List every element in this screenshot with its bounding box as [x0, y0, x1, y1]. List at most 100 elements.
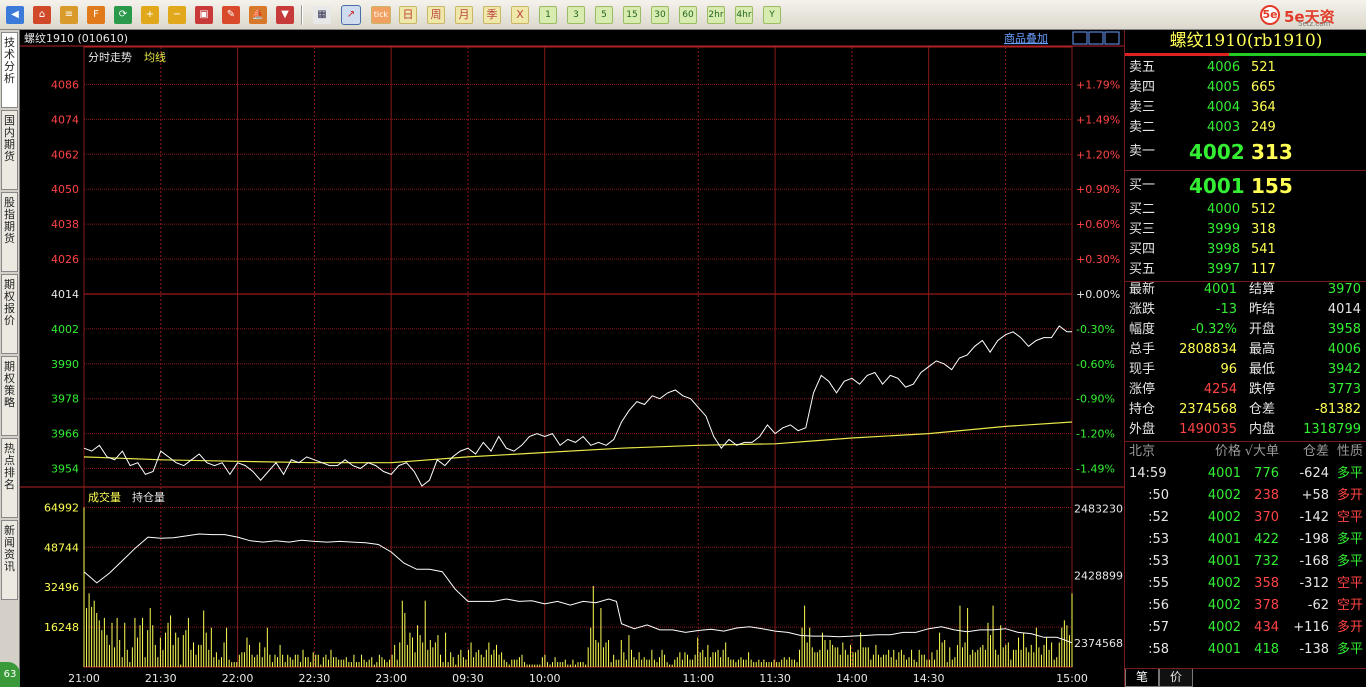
minute-button-0[interactable]: 1 [539, 6, 557, 24]
time-tick-label: 23:00 [375, 672, 407, 685]
pct-tick-label: +1.20% [1076, 148, 1120, 161]
minute-button-2[interactable]: 5 [595, 6, 613, 24]
period-button-3[interactable]: 季 [483, 6, 501, 24]
stat-label: 仓差 [1249, 402, 1276, 417]
refresh-icon: ⟳ [118, 9, 128, 20]
volume-tick-label: 16248 [44, 621, 79, 634]
draw-button[interactable]: ✎ [222, 6, 240, 24]
tick-volume: 370 [1254, 510, 1279, 525]
stat-label: 最新 [1129, 282, 1156, 297]
side-tab-label: 技术分析 [4, 36, 15, 85]
stat-label: 涨跌 [1129, 302, 1156, 317]
table-icon: ▦ [317, 9, 327, 20]
back-arrow-icon: ◀ [11, 9, 19, 20]
tick-volume: 776 [1254, 466, 1279, 481]
pct-tick-label: -0.30% [1076, 323, 1115, 336]
side-tab-5[interactable]: 热点排名 [1, 438, 18, 518]
bid-label: 买一 [1129, 178, 1156, 193]
side-tab-0[interactable]: 技术分析 [1, 32, 18, 108]
bid-label: 买五 [1129, 262, 1156, 277]
side-tab-4[interactable]: 期权策略 [1, 356, 18, 436]
minute-button-8[interactable]: Y [763, 6, 781, 24]
bottom-badge[interactable]: 63 [0, 662, 20, 687]
tick-time: :55 [1148, 576, 1169, 591]
pct-tick-label: +1.49% [1076, 113, 1120, 126]
bid-volume: 541 [1251, 242, 1276, 257]
stat-row: 持仓 2374568 仓差 -81382 [1125, 400, 1366, 420]
minute-button-1[interactable]: 3 [567, 6, 585, 24]
tick-nature: 空开 [1336, 598, 1363, 613]
price-tick-label: 3966 [51, 428, 79, 441]
price-tick-label: 4014 [51, 288, 79, 301]
ticks-header-nature: 性质 [1336, 444, 1363, 459]
minute-button-5[interactable]: 60 [679, 6, 697, 24]
price-tick-label: 3978 [51, 393, 79, 406]
ask-row: 卖三 4004 364 [1125, 98, 1366, 118]
bid-volume: 155 [1251, 174, 1293, 198]
tick-nature: 多平 [1336, 554, 1363, 569]
chart-view-button[interactable]: ↗ [341, 5, 361, 25]
tick-nature: 空平 [1336, 576, 1363, 591]
tick-nature: 多开 [1336, 620, 1363, 635]
notes-button[interactable]: ≡ [60, 6, 78, 24]
time-tick-label: 09:30 [452, 672, 484, 685]
ticks-header-volume: √大单 [1244, 444, 1279, 459]
minute-button-3[interactable]: 15 [623, 6, 641, 24]
tick-volume: 732 [1254, 554, 1279, 569]
zoom-in-button[interactable]: + [141, 6, 159, 24]
minute-button-7[interactable]: 4hr [735, 6, 753, 24]
open-interest-line [83, 533, 1073, 644]
tick-time: :56 [1148, 598, 1169, 613]
overlay-link[interactable]: 商品叠加 [1004, 31, 1048, 45]
period-button-1[interactable]: 周 [427, 6, 445, 24]
oi-tick-label: 2428899 [1074, 570, 1123, 583]
windows-button[interactable]: ▣ [195, 6, 213, 24]
stat-label: 外盘 [1129, 422, 1156, 437]
bid-price: 3998 [1207, 242, 1241, 257]
filter-button[interactable]: ▼ [276, 6, 294, 24]
side-tab-6[interactable]: 新闻资讯 [1, 520, 18, 600]
time-tick-label: 11:30 [759, 672, 791, 685]
minute-button-6[interactable]: 2hr [707, 6, 725, 24]
side-tab-3[interactable]: 期权报价 [1, 274, 18, 354]
zoom-out-icon: − [172, 9, 182, 20]
tick-volume: 418 [1254, 642, 1279, 657]
home-button[interactable]: ⌂ [33, 6, 51, 24]
price-tick-label: 4086 [51, 78, 79, 91]
zoom-out-button[interactable]: − [168, 6, 186, 24]
price-tick-label: 3990 [51, 358, 79, 371]
table-view-button[interactable]: ▦ [313, 6, 331, 24]
ask-row: 卖四 4005 665 [1125, 78, 1366, 98]
period-button-0[interactable]: 日 [399, 6, 417, 24]
volume-tick-label: 64992 [44, 501, 79, 514]
ask-volume: 249 [1251, 120, 1276, 135]
refresh-button[interactable]: ⟳ [114, 6, 132, 24]
stat-row: 外盘 1490035 内盘 1318799 [1125, 420, 1366, 440]
minute-button-4[interactable]: 30 [651, 6, 669, 24]
period-button-2[interactable]: 月 [455, 6, 473, 24]
stat-label: 内盘 [1249, 422, 1276, 437]
bid-row: 买三 3999 318 [1125, 220, 1366, 240]
period-button-4[interactable]: X [511, 6, 529, 24]
boat-button[interactable]: ⛵ [249, 6, 267, 24]
side-tab-2[interactable]: 股指期货 [1, 192, 18, 272]
stat-label: 最高 [1249, 342, 1276, 357]
tab-price[interactable]: 价 [1159, 669, 1193, 687]
chart-frame [83, 46, 1073, 668]
tick-button[interactable]: tick [371, 6, 391, 24]
stat-row: 涨停 4254 跌停 3773 [1125, 380, 1366, 400]
tick-oi: -198 [1299, 532, 1329, 547]
tab-ticks[interactable]: 笔 [1125, 669, 1159, 687]
side-tab-1[interactable]: 国内期货 [1, 110, 18, 190]
tick-row: 14:59 4001 776 -624 多平 [1125, 464, 1366, 484]
f10-icon: F [93, 9, 99, 20]
intraday-chart[interactable]: 螺纹1910 (010610) 商品叠加 4086 +1.79% 4074 +1.49% 4… [20, 30, 1124, 687]
home-icon: ⌂ [38, 9, 46, 20]
back-button[interactable]: ◀ [6, 6, 24, 24]
f10-button[interactable]: F [87, 6, 105, 24]
tick-row: :53 4001 732 -168 多平 [1125, 552, 1366, 572]
quote-title: 螺纹1910(rb1910) [1169, 31, 1323, 51]
stat-value: 4006 [1327, 342, 1361, 357]
time-tick-label: 10:00 [529, 672, 561, 685]
stat-label: 开盘 [1249, 322, 1276, 337]
